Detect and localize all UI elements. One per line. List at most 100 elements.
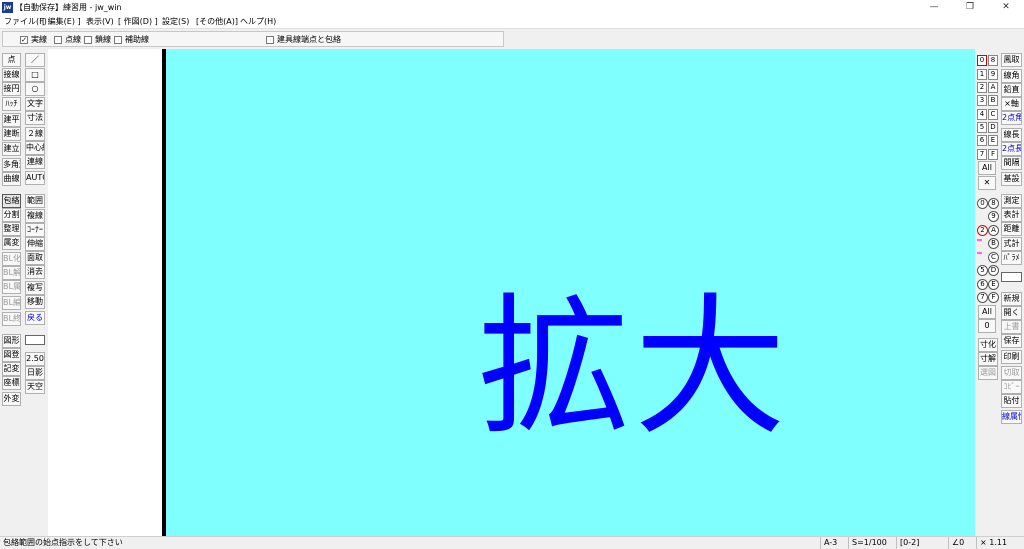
layer-group-3[interactable]: 3 [977,95,987,106]
layer-group-9[interactable]: 9 [988,69,998,80]
layer-group-8[interactable]: 8 [988,55,998,66]
tool-dimension-convert[interactable]: 寸化 [978,338,998,352]
tool-block-edit[interactable]: BL編 [2,296,21,310]
check-endpoint-envelope[interactable]: 建具線端点と包絡 [266,34,341,45]
check-solid-line[interactable]: ✓ 実線 [20,34,47,45]
tool-parametric[interactable]: ﾊﾟﾗﾒ [1001,251,1022,265]
tool-external-change[interactable]: 外変 [2,392,21,406]
layer-9-circle[interactable]: 9 [988,211,999,222]
tool-auto[interactable]: AUTO [25,171,45,185]
tool-point[interactable]: 点 [2,53,21,67]
layer-group-5[interactable]: 5 [977,122,987,133]
cut-button[interactable]: 切取 [1001,366,1022,380]
tool-plan[interactable]: 建平 [2,113,21,127]
check-aux-line[interactable]: 補助線 [114,34,149,45]
layer-group-all[interactable]: All [978,161,996,175]
save-button[interactable]: 保存 [1001,334,1022,348]
tool-sky[interactable]: 天空 [25,380,45,394]
layer-e-circle[interactable]: E [988,279,999,290]
tool-stretch[interactable]: 伸縮 [25,237,45,251]
tool-line-length[interactable]: 線長 [1001,128,1022,142]
menu-file[interactable]: ファイル(F) [4,17,47,27]
drawing-canvas[interactable]: 拡大 [166,49,975,536]
close-button[interactable]: ✕ [988,0,1024,15]
layer-zero[interactable]: 0 [978,319,996,333]
layer-group-cross[interactable]: ✕ [978,176,996,190]
overwrite-button[interactable]: 上書 [1001,320,1022,334]
tool-curve[interactable]: 曲線 [2,172,21,186]
tool-two-point-length[interactable]: 2点長 [1001,142,1022,156]
open-file-button[interactable]: 開く [1001,306,1022,320]
tool-parallel[interactable]: 複線 [25,209,45,223]
layer-0-circle[interactable]: 0 [977,198,988,209]
menu-help[interactable]: ヘルプ(H) [240,17,276,27]
app-icon[interactable]: jw [2,2,13,13]
layer-group-2[interactable]: 2 [977,82,987,93]
menu-draw[interactable]: [ 作図(D) ] [118,17,158,27]
layer-group-1[interactable]: 1 [977,69,987,80]
tool-line[interactable]: ／ [25,53,45,67]
layer-group-e[interactable]: E [988,135,998,146]
print-button[interactable]: 印刷 [1001,350,1022,364]
layer-group-7[interactable]: 7 [977,149,987,160]
layer-d-circle[interactable]: D [988,265,999,276]
layer-group-f[interactable]: F [988,149,998,160]
minimize-button[interactable]: — [916,0,952,15]
tool-dimension-release[interactable]: 寸解 [978,352,998,366]
tool-elevation[interactable]: 建立 [2,142,21,156]
menu-settings[interactable]: 設定(S) [162,17,189,27]
tool-vertical[interactable]: 鉛直 [1001,83,1022,97]
tool-coordinates[interactable]: 座標 [2,376,21,390]
tool-tangent[interactable]: 接線 [2,68,21,82]
tool-copy[interactable]: 複写 [25,281,45,295]
tool-continuous-line[interactable]: 連線 [25,155,45,169]
check-chain-line[interactable]: 鎖線 [84,34,111,45]
tool-section[interactable]: 建断 [2,127,21,141]
checkbox-icon[interactable] [114,35,122,44]
tool-block-end[interactable]: BL終 [2,312,21,326]
tool-distance[interactable]: 距離 [1001,222,1022,236]
tool-x-axis[interactable]: ×軸 [1001,97,1022,111]
tool-measure[interactable]: 測定 [1001,194,1022,208]
tool-chamfer[interactable]: 面取 [25,251,45,265]
angle[interactable]: ∠0 [948,537,976,549]
new-file-button[interactable]: 新規 [1001,292,1022,306]
layer-f-circle[interactable]: F [988,292,999,303]
checkbox-icon[interactable] [54,35,62,44]
layer-8-circle[interactable]: 8 [988,198,999,209]
tool-rectangle[interactable]: □ [25,68,45,82]
tool-erase[interactable]: 消去 [25,265,45,279]
paste-button[interactable]: 貼付 [1001,394,1022,408]
copy-button[interactable]: ｺﾋﾟｰ [1001,380,1022,394]
tool-block-attribute[interactable]: BL属 [2,280,21,294]
layer-2-circle[interactable]: 2 [977,225,988,236]
check-dotted-line[interactable]: 点線 [54,34,81,45]
tool-symbol-change[interactable]: 記変 [2,362,21,376]
tool-sun-shadow[interactable]: 日影 [25,366,45,380]
tool-double-line[interactable]: ２線 [25,127,45,141]
tool-corner[interactable]: ｺｰﾅｰ [25,223,45,237]
layer-group-0[interactable]: 0 [977,55,987,66]
layer-all[interactable]: All [978,305,996,319]
current-layer[interactable]: [0-2] [896,537,948,549]
scale[interactable]: S=1/100 [848,537,896,549]
tool-block-create[interactable]: BL化 [2,252,21,266]
maximize-button[interactable]: ❐ [952,0,988,15]
tool-undo[interactable]: 戻る [25,311,45,325]
tool-block-explode[interactable]: BL解 [2,266,21,280]
layer-b-circle[interactable]: B [988,238,999,249]
tool-circle[interactable]: ○ [25,82,45,96]
tool-table-calc[interactable]: 表計 [1001,208,1022,222]
layer-group-4[interactable]: 4 [977,109,987,120]
menu-view[interactable]: 表示(V) [86,17,114,27]
layer-7-circle[interactable]: 7 [977,292,988,303]
tool-formula-calc[interactable]: 式計 [1001,237,1022,251]
tool-dimension[interactable]: 寸法 [25,111,45,125]
checkbox-icon[interactable] [84,35,92,44]
layer-c-circle[interactable]: C [988,252,999,263]
tool-envelope[interactable]: 包絡 [2,194,21,208]
tool-move[interactable]: 移動 [25,295,45,309]
tool-text[interactable]: 文字 [25,97,45,111]
checkbox-icon[interactable] [266,35,274,44]
tool-tangent-circle[interactable]: 接円 [2,82,21,96]
